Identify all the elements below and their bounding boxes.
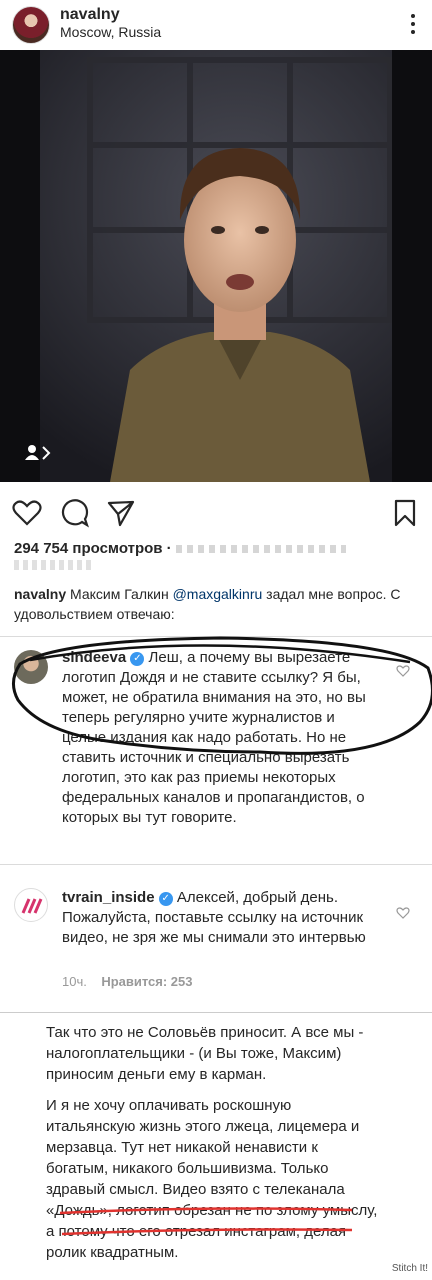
watermark: Stitch It! xyxy=(391,1263,428,1274)
caption-text: Максим Галкин xyxy=(66,586,173,602)
action-bar xyxy=(0,490,432,534)
heart-icon[interactable] xyxy=(396,664,410,678)
post-video[interactable] xyxy=(0,50,432,482)
obscured-text xyxy=(14,560,94,570)
post-location[interactable]: Moscow, Russia xyxy=(60,24,161,40)
video-badge-icon xyxy=(25,445,51,460)
caption-username[interactable]: navalny xyxy=(14,586,66,602)
comment-meta: 10ч. Нравится: 253 xyxy=(62,974,193,989)
comment-text: sindeeva ✓ Леш, а почему вы вырезаете ло… xyxy=(62,648,382,828)
heart-icon[interactable] xyxy=(396,906,410,920)
comment-icon[interactable] xyxy=(60,498,90,528)
post-header: navalny Moscow, Russia xyxy=(0,0,432,50)
note-paragraph: И я не хочу оплачивать роскошную итальян… xyxy=(46,1097,378,1261)
bookmark-icon[interactable] xyxy=(390,498,420,528)
video-frame xyxy=(0,50,432,482)
comment-text: tvrain_inside ✓ Алексей, добрый день. По… xyxy=(62,888,380,948)
mention-link[interactable]: @maxgalkinru xyxy=(173,586,263,602)
verified-icon: ✓ xyxy=(130,652,145,666)
heart-icon[interactable] xyxy=(12,498,42,528)
verified-icon: ✓ xyxy=(158,892,173,906)
comment-likes[interactable]: Нравится: 253 xyxy=(101,974,192,989)
more-icon[interactable] xyxy=(406,12,420,36)
tvrain-logo-icon xyxy=(21,898,43,914)
divider xyxy=(0,864,432,865)
avatar[interactable] xyxy=(14,888,48,922)
views-count[interactable]: 294 754 просмотров · xyxy=(14,540,346,557)
divider xyxy=(0,1012,432,1013)
avatar[interactable] xyxy=(14,650,48,684)
comment-body: Леш, а почему вы вырезаете логотип Дождя… xyxy=(62,649,366,826)
comment-username[interactable]: sindeeva xyxy=(62,649,126,666)
divider xyxy=(0,636,432,637)
comment-username[interactable]: tvrain_inside xyxy=(62,889,155,906)
post-caption: navalny Максим Галкин @maxgalkinru задал… xyxy=(14,584,420,624)
note-paragraph: Так что это не Соловьёв приносит. А все … xyxy=(46,1024,364,1083)
reply-note: Так что это не Соловьёв приносит. А все … xyxy=(46,1022,382,1273)
post-username[interactable]: navalny xyxy=(60,6,120,24)
comment-time: 10ч. xyxy=(62,974,87,989)
avatar[interactable] xyxy=(12,6,50,44)
share-icon[interactable] xyxy=(106,498,136,528)
